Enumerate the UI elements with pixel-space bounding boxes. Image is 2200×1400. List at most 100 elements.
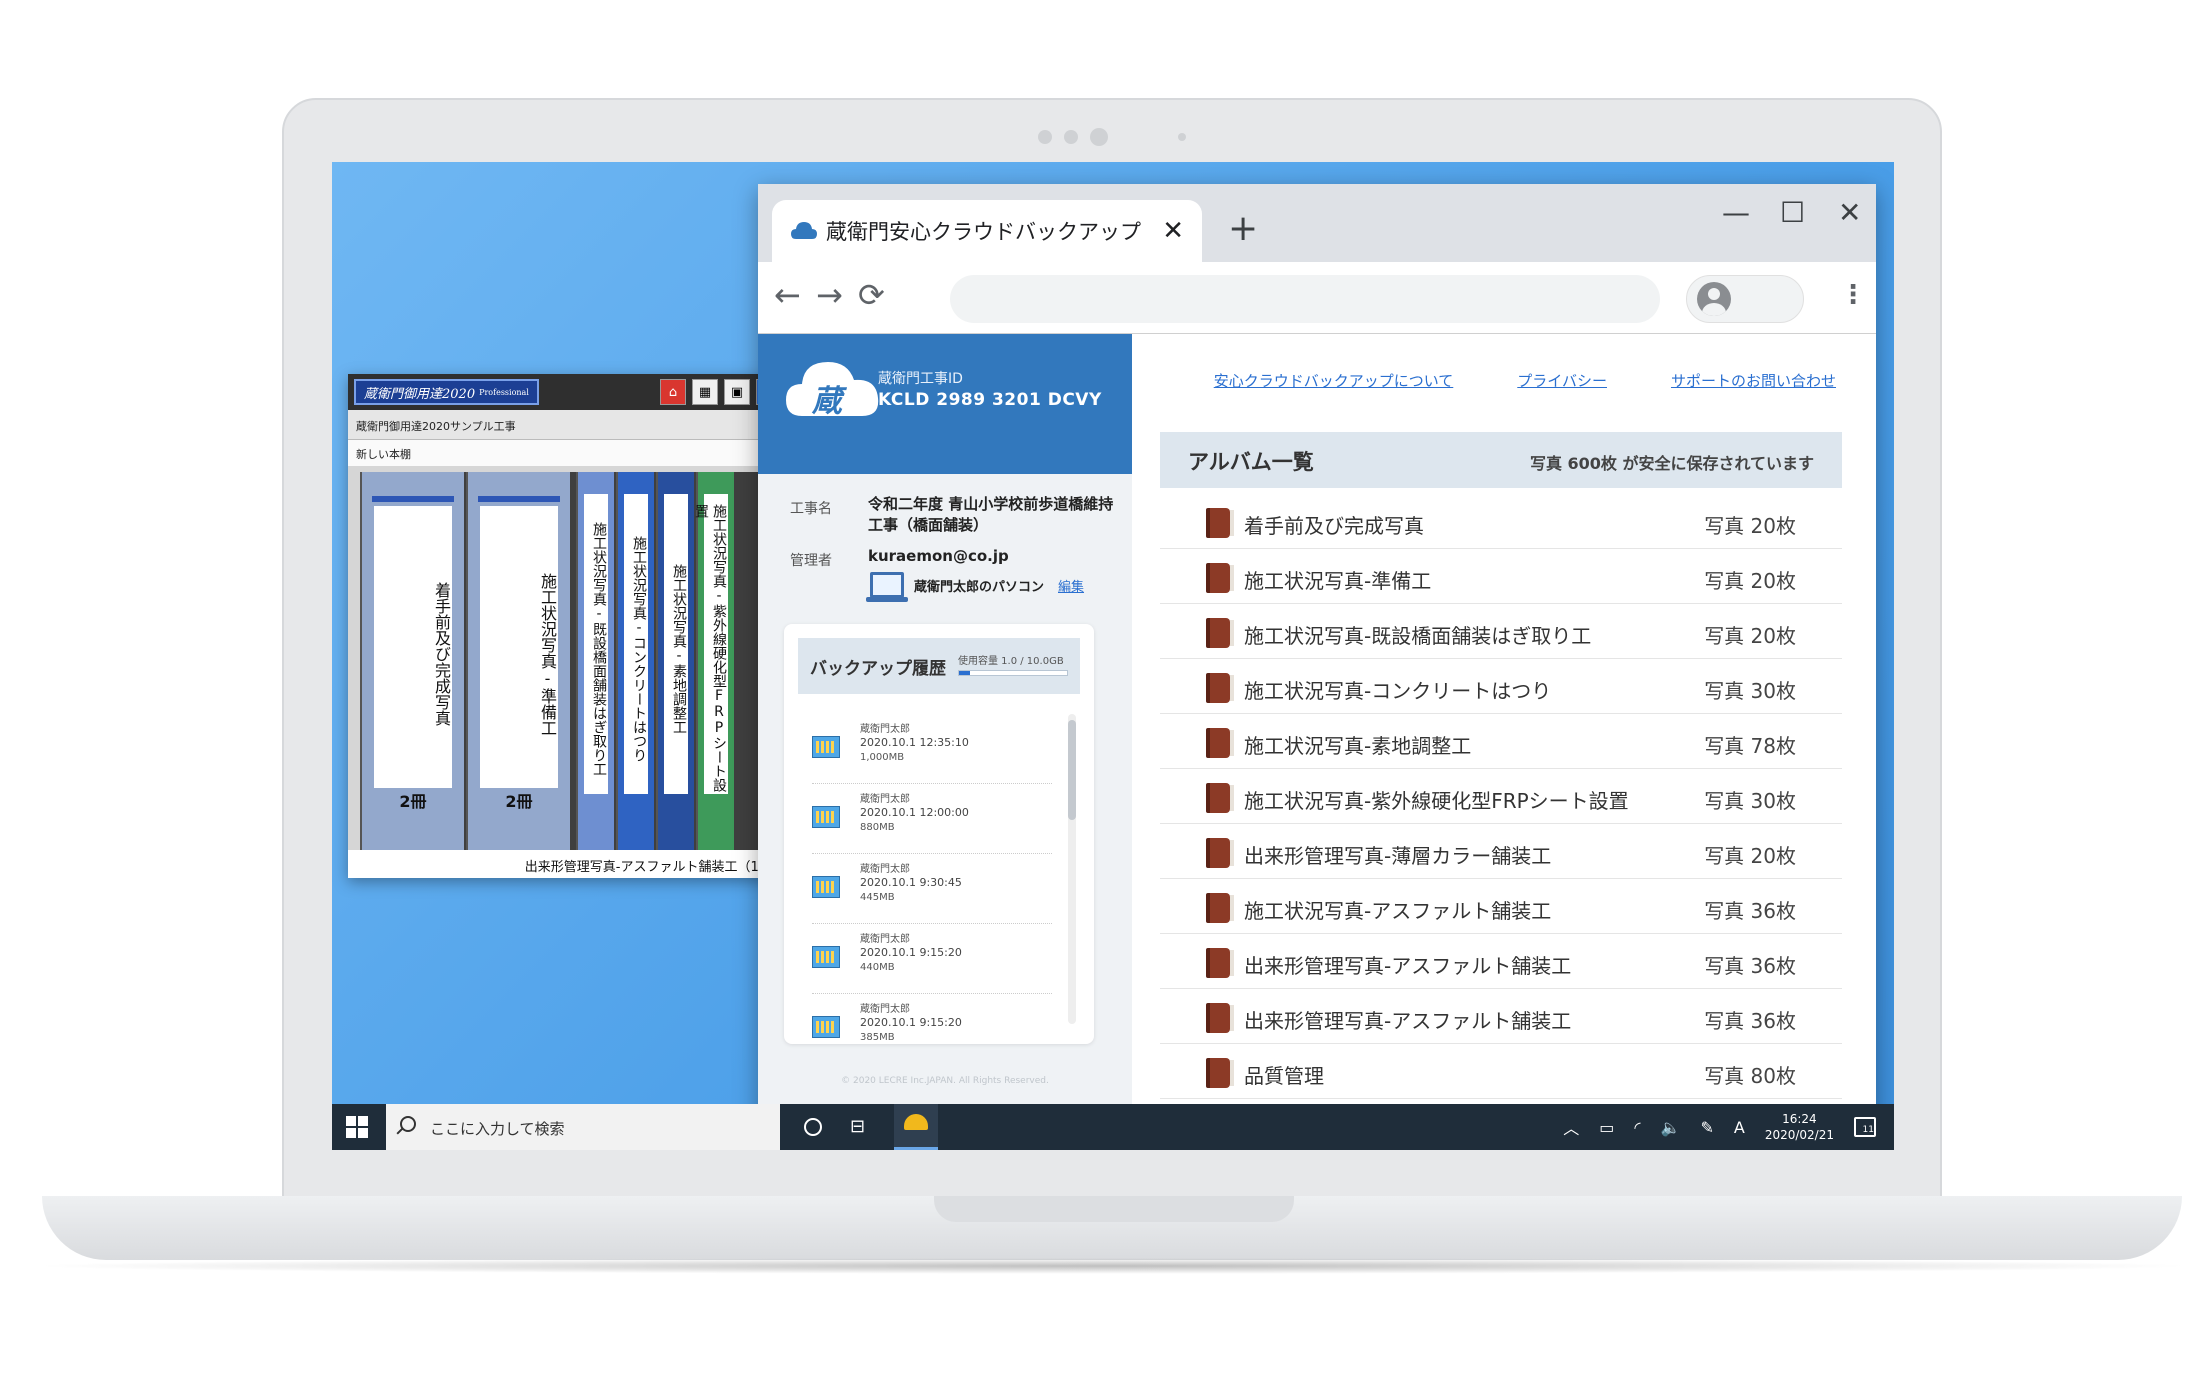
new-shelf-label[interactable]: 新しい本棚 [348,440,788,466]
laptop-shadow [24,1258,2200,1274]
support-link[interactable]: サポートのお問い合わせ [1671,370,1836,391]
profile-button[interactable] [1686,275,1804,323]
binder[interactable]: 施工状況写真-素地調整工 [656,472,694,850]
home-icon[interactable]: ⌂ [660,379,686,405]
album-list-header: アルバム一覧 写真 600枚 が安全に保存されています [1160,432,1842,488]
album-count: 写真 20枚 [1704,844,1796,868]
tab-backup[interactable]: 蔵衛門安心クラウドバックアップ ✕ [772,200,1202,262]
binder-label: 着手前及び完成写真 [374,506,452,788]
album-name: 施工状況写真-既設橋面舗装はぎ取り工 [1244,624,1592,648]
image-icon[interactable]: ▦ [692,379,718,405]
wifi-icon[interactable]: ◜ [1634,1118,1640,1137]
table-row[interactable]: 施工状況写真-コンクリートはつり 写真 30枚 [1160,659,1842,714]
album-book-icon [1206,563,1234,593]
windows-start-icon[interactable] [346,1116,368,1138]
binder[interactable]: 着手前及び完成写真 2冊 [360,472,464,850]
list-item[interactable]: 蔵衛門太郎 2020.10.1 9:15:20 385MB [812,994,1052,1044]
list-item[interactable]: 蔵衛門太郎 2020.10.1 9:30:45 445MB [812,854,1052,924]
backup-size: 445MB [860,892,895,903]
list-item[interactable]: 蔵衛門太郎 2020.10.1 9:15:20 440MB [812,924,1052,994]
notification-icon[interactable]: 11 [1854,1117,1876,1137]
album-book-icon [1206,1058,1234,1088]
pc-name: 蔵衛門太郎のパソコン [914,580,1045,595]
laptop-icon [866,572,908,602]
reload-icon[interactable]: ⟳ [858,276,885,314]
pc-edit-link[interactable]: 編集 [1058,576,1084,595]
album-count: 写真 80枚 [1704,1064,1796,1088]
usage-label: 使用容量 1.0 / 10.0GB [958,656,1064,667]
binder-label: 施工状況写真-準備工 [480,506,558,788]
table-row[interactable]: 施工状況写真-素地調整工 写真 78枚 [1160,714,1842,769]
address-bar[interactable] [950,275,1660,323]
copyright: © 2020 LECRE Inc.JAPAN. All Rights Reser… [841,1076,1049,1086]
album-name: 出来形管理写真-アスファルト舗装工 [1244,1009,1572,1033]
taskbar-search[interactable]: ここに入力して検索 [386,1104,780,1150]
binder[interactable]: 施工状況写真-コンクリートはつり [616,472,654,850]
list-item[interactable]: 蔵衛門太郎 2020.10.1 12:00:00 880MB [812,784,1052,854]
battery-icon[interactable]: ▭ [1599,1118,1614,1137]
table-row[interactable]: 施工状況写真-紫外線硬化型FRPシート設置 写真 30枚 [1160,769,1842,824]
binder[interactable]: 施工状況写真-既設橋面舗装はぎ取り工 [576,472,614,850]
privacy-link[interactable]: プライバシー [1517,370,1607,391]
album-count: 写真 20枚 [1704,624,1796,648]
kuraemon-app-window[interactable]: 蔵衛門御用達2020 Professional ⌂ ▦ ▣ ◂▸ 蔵衛門御用達2… [348,374,788,878]
album-name: 施工状況写真-コンクリートはつり [1244,679,1552,703]
table-row[interactable]: 出来形管理写真-薄層カラー舗装工 写真 20枚 [1160,824,1842,879]
backup-size: 1,000MB [860,752,905,763]
camera-dot [1038,130,1052,144]
close-tab-icon[interactable]: ✕ [1162,216,1184,246]
task-view-icon[interactable]: ⊟ [850,1116,865,1137]
backup-history-panel: バックアップ履歴 使用容量 1.0 / 10.0GB 蔵衛門太郎 2020.10… [784,624,1094,1044]
backup-user: 蔵衛門太郎 [860,794,910,805]
maximize-icon[interactable]: ☐ [1780,196,1805,229]
album-book-icon [1206,508,1234,538]
album-count: 写真 36枚 [1704,954,1796,978]
minimize-icon[interactable]: — [1722,196,1750,229]
backup-date: 2020.10.1 9:15:20 [860,946,962,959]
table-row[interactable]: 施工状況写真-既設橋面舗装はぎ取り工 写真 20枚 [1160,604,1842,659]
backup-icon [812,876,840,898]
ime-icon[interactable]: A [1734,1118,1745,1137]
search-input[interactable]: ここに入力して検索 [430,1118,565,1139]
kuraemon-helmet-icon[interactable] [894,1104,938,1150]
cloud-icon [791,222,817,239]
app-logo-sub: Professional [479,387,529,397]
notification-count: 11 [1862,1125,1874,1135]
clock-date: 2020/02/21 [1764,1128,1834,1142]
scrollbar[interactable] [1068,714,1076,1024]
table-row[interactable]: 施工状況写真-準備工 写真 20枚 [1160,549,1842,604]
new-tab-button[interactable]: + [1228,208,1258,249]
table-row[interactable]: 施工状況写真-アスファルト舗装工 写真 36枚 [1160,879,1842,934]
bookshelf: 着手前及び完成写真 2冊 施工状況写真-準備工 2冊 施工状況写真-既設橋面舗装… [360,472,788,850]
table-row[interactable]: 着手前及び完成写真 写真 20枚 [1160,494,1842,549]
table-row[interactable]: 出来形管理写真-アスファルト舗装工 写真 36枚 [1160,989,1842,1044]
chevron-up-icon[interactable]: ︿ [1563,1115,1579,1139]
backup-user: 蔵衛門太郎 [860,724,910,735]
binder-label: 施工状況写真-コンクリートはつり [624,494,648,794]
back-icon[interactable]: ← [774,276,801,314]
album-name: 施工状況写真-準備工 [1244,569,1432,593]
project-id-box: 蔵 蔵衛門工事ID KCLD 2989 3201 DCVY [758,334,1132,474]
camera-lens [1090,128,1108,146]
layout-icon[interactable]: ▣ [724,379,750,405]
scrollbar-thumb[interactable] [1068,720,1076,820]
table-row[interactable]: 出来形管理写真-アスファルト舗装工 写真 36枚 [1160,934,1842,989]
forward-icon[interactable]: → [816,276,843,314]
table-row[interactable]: 品質管理 写真 80枚 [1160,1044,1842,1099]
pen-icon[interactable]: ✎ [1700,1118,1713,1137]
binder-label: 施工状況写真-紫外線硬化型FRPシート設置 [693,494,728,794]
volume-icon[interactable]: 🔈 [1661,1118,1681,1137]
about-link[interactable]: 安心クラウドバックアップについて [1214,370,1454,391]
project-bar: 蔵衛門御用達2020サンプル工事 [348,410,788,440]
left-panel: 蔵 蔵衛門工事ID KCLD 2989 3201 DCVY 工事名 令和二年度 … [758,334,1132,1150]
close-window-icon[interactable]: ✕ [1838,196,1861,229]
backup-date: 2020.10.1 9:30:45 [860,876,962,889]
menu-icon[interactable]: ⋮ [1840,280,1866,310]
clock[interactable]: 16:24 2020/02/21 [1765,1111,1834,1143]
binder[interactable]: 施工状況写真-紫外線硬化型FRPシート設置 [693,472,734,850]
binder[interactable]: 施工状況写真-準備工 2冊 [466,472,570,850]
cortana-icon[interactable] [804,1118,822,1136]
project-name-value: 令和二年度 青山小学校前歩道橋維持工事（橋面舗装） [868,495,1114,534]
list-item[interactable]: 蔵衛門太郎 2020.10.1 12:35:10 1,000MB [812,714,1052,784]
binder-label: 施工状況写真-素地調整工 [664,494,688,794]
